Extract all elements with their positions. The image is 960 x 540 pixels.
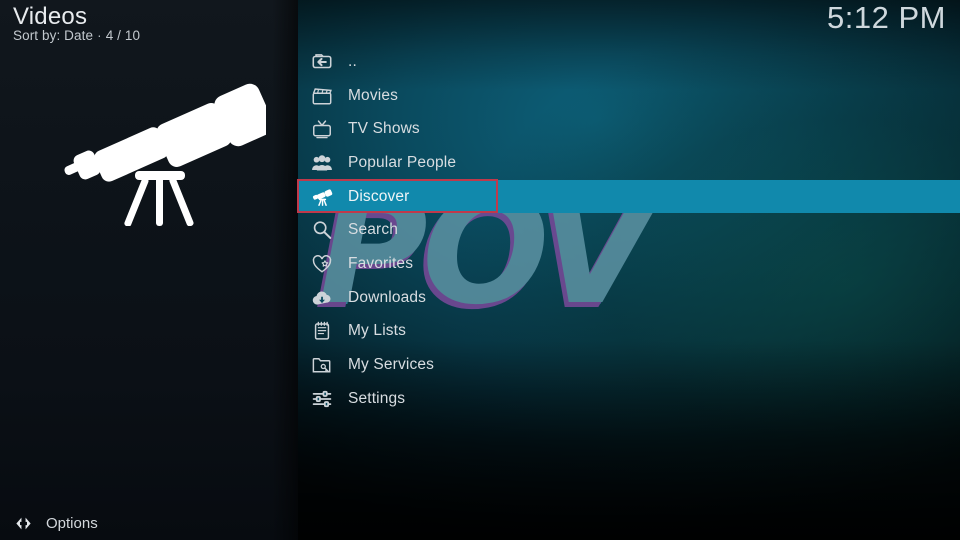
- menu-item-tv-shows[interactable]: TV Shows: [298, 112, 960, 146]
- clock: 5:12 PM: [827, 0, 946, 35]
- menu-item-label: Search: [348, 221, 399, 239]
- television-icon: [308, 115, 336, 143]
- menu-item-discover[interactable]: Discover: [298, 179, 960, 214]
- menu-item-label: Downloads: [348, 288, 427, 306]
- menu-item-my-services[interactable]: My Services: [298, 348, 960, 382]
- heart-star-icon: [308, 250, 336, 278]
- telescope-illustration: [48, 78, 266, 226]
- main-menu-list: .. Movies TV Shows Popular People Discov…: [298, 45, 960, 416]
- menu-item-movies[interactable]: Movies: [298, 79, 960, 113]
- folder-gear-icon: [308, 351, 336, 379]
- notepad-icon: [308, 317, 336, 345]
- menu-item-my-lists[interactable]: My Lists: [298, 315, 960, 349]
- menu-item-label: Favorites: [348, 254, 414, 272]
- menu-item-label: ..: [348, 52, 357, 70]
- left-right-arrows-icon: [14, 514, 33, 533]
- options-button[interactable]: Options: [14, 514, 98, 533]
- menu-item-search[interactable]: Search: [298, 213, 960, 247]
- menu-item-label: My Services: [348, 356, 435, 374]
- separator-dot: ·: [97, 28, 102, 43]
- menu-item-label: My Lists: [348, 322, 407, 340]
- back-arrow-icon: [308, 48, 336, 76]
- clapperboard-icon: [308, 82, 336, 110]
- page-title: Videos: [13, 3, 88, 30]
- menu-item-label: Popular People: [348, 153, 457, 171]
- telescope-icon: [308, 183, 336, 211]
- sort-label: Sort by: Date: [13, 28, 94, 43]
- cloud-download-icon: [308, 284, 336, 312]
- options-label: Options: [46, 515, 98, 532]
- menu-item-parent-folder[interactable]: ..: [298, 45, 960, 79]
- menu-item-label: Settings: [348, 389, 406, 407]
- menu-item-label: TV Shows: [348, 120, 420, 138]
- menu-item-favorites[interactable]: Favorites: [298, 247, 960, 281]
- menu-item-label: Movies: [348, 86, 398, 104]
- kodi-videos-screen: POV Videos Sort by: Date · 4 / 10 5:12 P…: [0, 0, 960, 540]
- menu-item-popular-people[interactable]: Popular People: [298, 146, 960, 180]
- people-group-icon: [308, 149, 336, 177]
- sort-and-position-info: Sort by: Date · 4 / 10: [13, 28, 140, 43]
- menu-item-downloads[interactable]: Downloads: [298, 281, 960, 315]
- sliders-icon: [308, 385, 336, 413]
- item-position: 4 / 10: [105, 28, 141, 43]
- menu-item-label: Discover: [348, 187, 410, 205]
- menu-item-settings[interactable]: Settings: [298, 382, 960, 416]
- magnifier-icon: [308, 216, 336, 244]
